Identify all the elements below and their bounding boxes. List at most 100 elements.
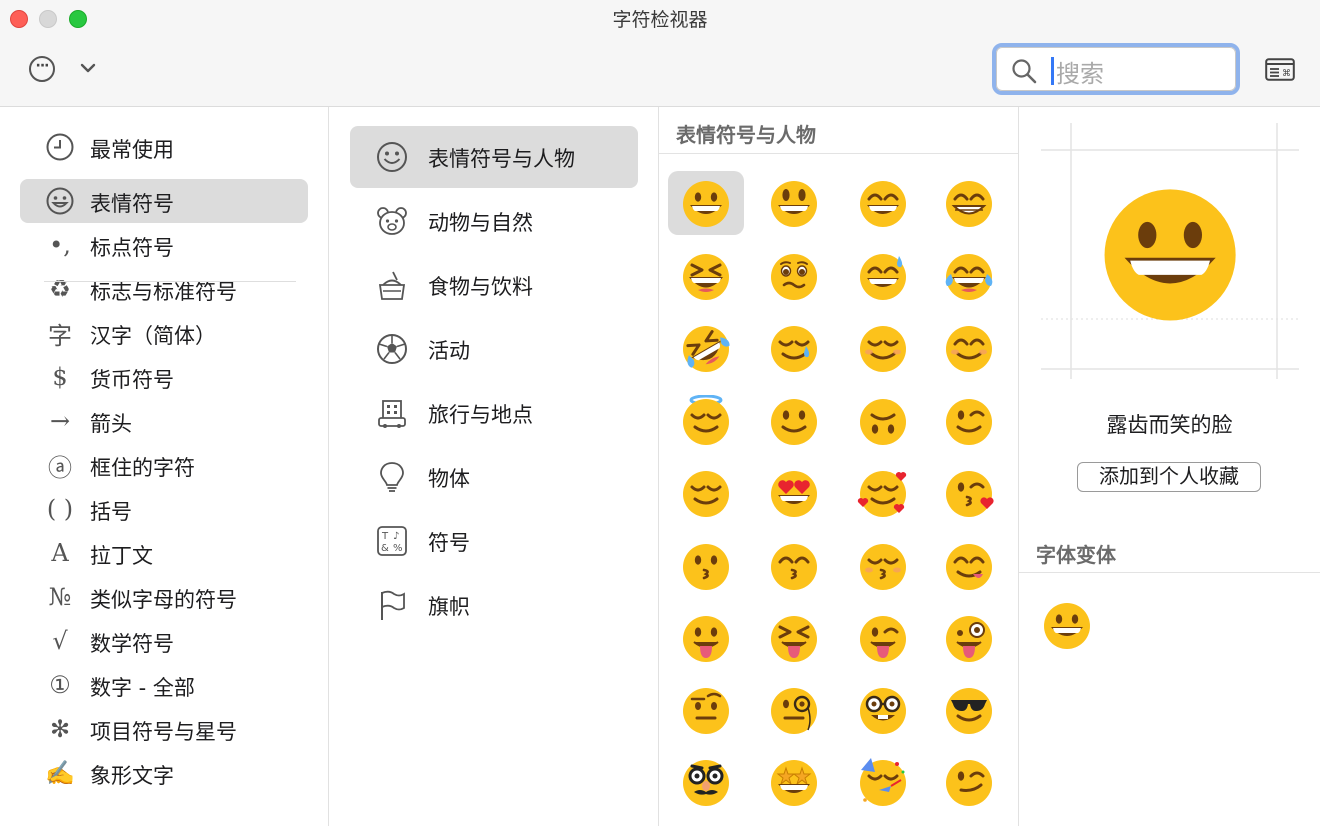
upside-down-face-icon — [860, 399, 906, 445]
subcategory-item-8[interactable]: 旗帜 — [350, 574, 638, 636]
grinning-face-sweat-icon — [860, 254, 906, 300]
divider — [1019, 572, 1320, 573]
face-raised-eyebrow-icon — [683, 688, 729, 734]
sidebar-item-13[interactable]: ① 数字 - 全部 — [20, 663, 308, 707]
emoji-smiling-face-halo[interactable] — [668, 389, 744, 453]
sidebar-item-8[interactable]: ⓐ 框住的字符 — [20, 443, 308, 487]
window-title: 字符检视器 — [612, 9, 708, 31]
sidebar-item-label: 汉字（简体） — [90, 324, 216, 348]
title-bar: 字符检视器 ··· 搜索 ⌘ — [0, 0, 1320, 107]
emoji-grinning-face-big-eyes[interactable] — [756, 171, 832, 235]
emoji-face-savoring-food[interactable] — [931, 534, 1007, 598]
sidebar-item-label: 箭头 — [90, 412, 132, 436]
emoji-kissing-face[interactable] — [668, 534, 744, 598]
sidebar-item-label: 框住的字符 — [90, 456, 195, 480]
add-to-favorites-button[interactable]: 添加到个人收藏 — [1077, 462, 1261, 492]
subcategory-item-6[interactable]: 物体 — [350, 446, 638, 508]
emoji-face-blowing-kiss[interactable] — [931, 461, 1007, 525]
emoji-grinning-face-sweat[interactable] — [845, 244, 921, 308]
sidebar-item-label: 表情符号 — [90, 192, 174, 216]
subcategory-item-1[interactable]: 表情符号与人物 — [350, 126, 638, 188]
emoji-partying-face[interactable] — [845, 750, 921, 814]
emoji-kissing-face-closed-eyes[interactable] — [845, 534, 921, 598]
sidebar-item-10[interactable]: A 拉丁文 — [20, 531, 308, 575]
emoji-smiling-face-with-tear[interactable] — [756, 316, 832, 380]
subcategory-label: 食物与饮料 — [428, 275, 533, 299]
emoji-grinning-face[interactable] — [668, 171, 744, 235]
svg-text:%: % — [393, 543, 403, 554]
emoji-disguised-face[interactable] — [668, 750, 744, 814]
compact-view-icon[interactable]: ⌘ — [1265, 58, 1295, 81]
emoji-upside-down-face[interactable] — [845, 389, 921, 453]
chevron-down-icon[interactable] — [78, 58, 98, 78]
emoji-rolling-on-floor-laughing[interactable] — [668, 316, 744, 380]
subcategory-label: 物体 — [428, 467, 470, 491]
emoji-beaming-face[interactable] — [931, 171, 1007, 235]
emoji-face-with-tongue[interactable] — [668, 606, 744, 670]
food-icon — [378, 271, 406, 300]
sidebar-item-2[interactable]: 表情符号 — [20, 179, 308, 223]
sidebar-item-14[interactable]: ✻ 项目符号与星号 — [20, 707, 308, 751]
pictograph-icon: ✍ — [45, 759, 75, 787]
emoji-face-raised-eyebrow[interactable] — [668, 678, 744, 742]
smiley-icon — [42, 185, 78, 217]
emoji-smiling-face-hearts[interactable] — [845, 461, 921, 525]
sidebar-item-9[interactable]: ( ) 括号 — [20, 487, 308, 531]
emoji-slightly-smiling-face[interactable] — [756, 389, 832, 453]
emoji-smiling-face[interactable] — [845, 316, 921, 380]
emoji-face-tears-of-joy[interactable] — [931, 244, 1007, 308]
search-input[interactable]: 搜索 — [1056, 54, 1104, 89]
search-field[interactable]: 搜索 — [992, 43, 1240, 95]
emoji-face-holding-back-tears[interactable] — [756, 244, 832, 308]
emoji-star-struck[interactable] — [756, 750, 832, 814]
emoji-kissing-face-smiling-eyes[interactable] — [756, 534, 832, 598]
emoji-sunglasses-face[interactable] — [931, 678, 1007, 742]
flag-icon — [381, 590, 405, 620]
subcategory-label: 活动 — [428, 339, 470, 363]
sidebar-item-7[interactable]: → 箭头 — [20, 399, 308, 443]
emoji-winking-face[interactable] — [931, 389, 1007, 453]
sidebar-item-label: 类似字母的符号 — [90, 588, 237, 612]
subcategory-item-2[interactable]: 动物与自然 — [350, 190, 638, 252]
emoji-grinning-face-smiling-eyes[interactable] — [845, 171, 921, 235]
emoji-grinning-squinting-face[interactable] — [668, 244, 744, 308]
circled-one-icon: ① — [49, 671, 71, 699]
smiling-face-smiling-eyes-icon — [946, 326, 992, 372]
squinting-face-tongue-icon — [771, 616, 817, 662]
divider — [44, 281, 296, 282]
emoji-zany-face[interactable] — [931, 606, 1007, 670]
font-variants-title: 字体变体 — [1036, 543, 1116, 567]
grinning-face-icon — [683, 181, 729, 227]
emoji-nerd-face[interactable] — [845, 678, 921, 742]
subcategory-label: 表情符号与人物 — [428, 147, 575, 171]
sidebar-item-11[interactable]: № 类似字母的符号 — [20, 575, 308, 619]
subcategory-item-7[interactable]: T ♪ &% 符号 — [350, 510, 638, 572]
sidebar-item-label: 象形文字 — [90, 764, 174, 788]
sidebar-item-15[interactable]: ✍ 象形文字 — [20, 751, 308, 795]
sidebar-item-3[interactable]: •, 标点符号 — [20, 223, 308, 267]
emoji-smirking-face[interactable] — [931, 750, 1007, 814]
asterisk-icon: ✻ — [49, 715, 71, 743]
emoji-smiling-face-smiling-eyes[interactable] — [931, 316, 1007, 380]
font-variant-grinning-face[interactable] — [1041, 599, 1093, 651]
svg-text:♪: ♪ — [393, 531, 399, 542]
subcategory-item-3[interactable]: 食物与饮料 — [350, 254, 638, 316]
slightly-smiling-face-icon — [771, 399, 817, 445]
emoji-face-with-monocle[interactable] — [756, 678, 832, 742]
emoji-winking-face-tongue[interactable] — [845, 606, 921, 670]
subcategory-item-5[interactable]: 旅行与地点 — [350, 382, 638, 444]
emoji-heart-eyes[interactable] — [756, 461, 832, 525]
sidebar-item-6[interactable]: $ 货币符号 — [20, 355, 308, 399]
emoji-squinting-face-tongue[interactable] — [756, 606, 832, 670]
preview-panel: 露齿而笑的脸 添加到个人收藏 字体变体 — [1019, 107, 1320, 826]
sidebar-item-5[interactable]: 字汉字（简体） — [20, 311, 308, 355]
heart-eyes-icon — [771, 471, 817, 517]
sidebar-item-12[interactable]: √ 数学符号 — [20, 619, 308, 663]
subcategory-label: 动物与自然 — [428, 211, 533, 235]
subcategory-item-4[interactable]: 活动 — [350, 318, 638, 380]
more-options-button[interactable]: ··· — [29, 56, 55, 82]
sidebar-item-1[interactable]: 最常使用 — [20, 125, 308, 169]
smirking-face-icon — [946, 760, 992, 806]
sidebar-item-4[interactable]: ♻ 标志与标准符号 — [20, 267, 308, 311]
emoji-relieved-face[interactable] — [668, 461, 744, 525]
